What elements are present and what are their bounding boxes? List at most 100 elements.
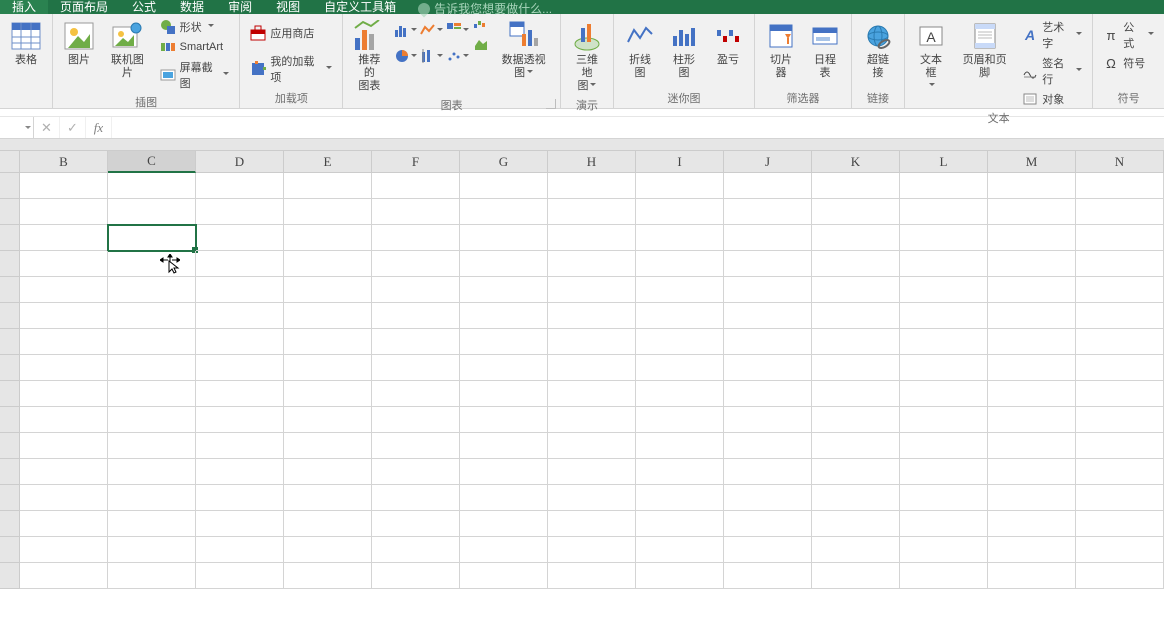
- column-header-F[interactable]: F: [372, 151, 460, 173]
- cell[interactable]: [812, 381, 900, 407]
- cell[interactable]: [988, 173, 1076, 199]
- cell[interactable]: [108, 173, 196, 199]
- cell[interactable]: [988, 511, 1076, 537]
- row-header[interactable]: [0, 355, 20, 381]
- row-header[interactable]: [0, 511, 20, 537]
- cell[interactable]: [460, 563, 548, 589]
- cell[interactable]: [988, 485, 1076, 511]
- store-button[interactable]: 应用商店: [246, 24, 336, 42]
- cell[interactable]: [372, 277, 460, 303]
- cell[interactable]: [460, 225, 548, 251]
- recommended-charts-button[interactable]: 推荐的 图表: [349, 18, 389, 95]
- slicer-button[interactable]: 切片器: [761, 18, 801, 82]
- cell[interactable]: [20, 485, 108, 511]
- row-header[interactable]: [0, 537, 20, 563]
- cell[interactable]: [548, 381, 636, 407]
- cell[interactable]: [20, 277, 108, 303]
- cell[interactable]: [460, 537, 548, 563]
- cell[interactable]: [724, 277, 812, 303]
- tab-formulas[interactable]: 公式: [120, 0, 168, 14]
- cell[interactable]: [372, 251, 460, 277]
- shapes-button[interactable]: 形状: [156, 18, 234, 36]
- column-header-M[interactable]: M: [988, 151, 1076, 173]
- cell[interactable]: [108, 225, 196, 251]
- cell[interactable]: [196, 329, 284, 355]
- cell[interactable]: [284, 199, 372, 225]
- cell[interactable]: [196, 407, 284, 433]
- cell[interactable]: [900, 381, 988, 407]
- cell[interactable]: [372, 407, 460, 433]
- cell[interactable]: [460, 355, 548, 381]
- cell[interactable]: [284, 381, 372, 407]
- cell[interactable]: [724, 329, 812, 355]
- cell[interactable]: [548, 303, 636, 329]
- charts-dialog-launcher[interactable]: [546, 99, 556, 109]
- cell[interactable]: [724, 225, 812, 251]
- cell[interactable]: [900, 173, 988, 199]
- cell[interactable]: [20, 537, 108, 563]
- cell[interactable]: [812, 355, 900, 381]
- cell[interactable]: [20, 433, 108, 459]
- sparkline-winloss-button[interactable]: 盈亏: [708, 18, 748, 69]
- cell[interactable]: [636, 199, 724, 225]
- row-header[interactable]: [0, 251, 20, 277]
- cell[interactable]: [196, 459, 284, 485]
- cell[interactable]: [812, 563, 900, 589]
- cell[interactable]: [460, 199, 548, 225]
- cell[interactable]: [196, 355, 284, 381]
- insert-surface-chart-button[interactable]: [473, 36, 489, 52]
- column-header-E[interactable]: E: [284, 151, 372, 173]
- cell[interactable]: [196, 277, 284, 303]
- cell[interactable]: [548, 173, 636, 199]
- online-pictures-button[interactable]: 联机图片: [103, 18, 152, 82]
- cell[interactable]: [372, 355, 460, 381]
- cell[interactable]: [724, 199, 812, 225]
- cell[interactable]: [636, 251, 724, 277]
- column-header-I[interactable]: I: [636, 151, 724, 173]
- cell[interactable]: [284, 329, 372, 355]
- cell[interactable]: [372, 303, 460, 329]
- cell[interactable]: [724, 563, 812, 589]
- cell[interactable]: [196, 199, 284, 225]
- cell[interactable]: [372, 459, 460, 485]
- cell[interactable]: [20, 173, 108, 199]
- row-header[interactable]: [0, 485, 20, 511]
- cell[interactable]: [196, 303, 284, 329]
- cell[interactable]: [900, 511, 988, 537]
- cell[interactable]: [284, 433, 372, 459]
- cell[interactable]: [1076, 433, 1164, 459]
- cell[interactable]: [1076, 381, 1164, 407]
- cell[interactable]: [108, 563, 196, 589]
- smartart-button[interactable]: SmartArt: [156, 38, 234, 56]
- textbox-button[interactable]: A 文本框: [911, 18, 951, 95]
- cell[interactable]: [1076, 225, 1164, 251]
- cell[interactable]: [900, 433, 988, 459]
- row-header[interactable]: [0, 433, 20, 459]
- cell[interactable]: [548, 433, 636, 459]
- cell[interactable]: [724, 407, 812, 433]
- column-header-L[interactable]: L: [900, 151, 988, 173]
- row-header[interactable]: [0, 303, 20, 329]
- cell[interactable]: [724, 511, 812, 537]
- cell[interactable]: [724, 433, 812, 459]
- cell[interactable]: [284, 537, 372, 563]
- cell[interactable]: [548, 485, 636, 511]
- equation-button[interactable]: π 公式: [1099, 18, 1158, 52]
- cell[interactable]: [988, 355, 1076, 381]
- insert-statistic-chart-button[interactable]: [419, 44, 443, 68]
- cell[interactable]: [636, 173, 724, 199]
- cell[interactable]: [372, 537, 460, 563]
- cell[interactable]: [196, 381, 284, 407]
- cell[interactable]: [20, 563, 108, 589]
- cell[interactable]: [988, 407, 1076, 433]
- enter-button[interactable]: ✓: [60, 117, 86, 138]
- row-header[interactable]: [0, 277, 20, 303]
- cell[interactable]: [988, 199, 1076, 225]
- cell[interactable]: [460, 459, 548, 485]
- insert-hierarchy-chart-button[interactable]: [445, 18, 469, 42]
- cell[interactable]: [548, 251, 636, 277]
- cell[interactable]: [284, 225, 372, 251]
- cell[interactable]: [900, 537, 988, 563]
- 3d-map-button[interactable]: 三维地 图: [567, 18, 607, 95]
- cell[interactable]: [196, 225, 284, 251]
